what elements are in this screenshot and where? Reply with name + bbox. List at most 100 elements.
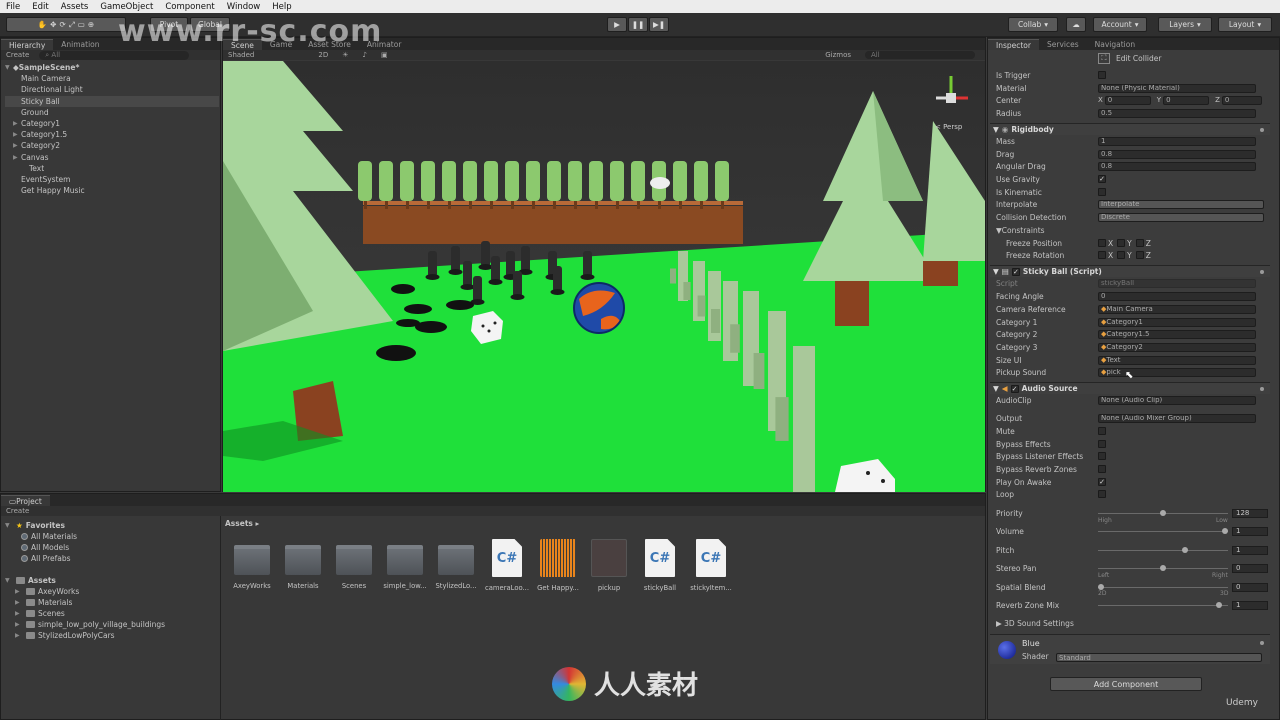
tab-services[interactable]: Services: [1039, 39, 1087, 50]
category2-field[interactable]: ◆ Category1.5: [1098, 329, 1256, 339]
freeze-pos-z[interactable]: [1135, 239, 1144, 247]
scale-tool-icon[interactable]: ⤢: [69, 20, 75, 30]
asset-item[interactable]: pickup: [586, 539, 632, 592]
menu-window[interactable]: Window: [221, 2, 267, 12]
cloud-button[interactable]: ☁: [1066, 17, 1086, 32]
spatial-blend-slider[interactable]: 0: [1098, 582, 1268, 592]
asset-folder-item[interactable]: ▶ simple_low_poly_village_buildings: [5, 619, 219, 630]
script-enabled-checkbox[interactable]: ✓: [1011, 267, 1020, 276]
hierarchy-item[interactable]: Directional Light: [5, 84, 219, 95]
hierarchy-item[interactable]: Ground: [5, 107, 219, 118]
assets-foldout[interactable]: ▼ Assets: [5, 575, 219, 586]
asset-item[interactable]: Scenes: [331, 539, 377, 590]
constraints-foldout[interactable]: ▼Constraints: [996, 226, 1098, 235]
output-field[interactable]: None (Audio Mixer Group): [1098, 413, 1256, 423]
gear-icon[interactable]: [1260, 641, 1264, 645]
add-component-button[interactable]: Add Component: [1050, 677, 1202, 691]
hierarchy-item[interactable]: ▶ Category1.5: [5, 129, 219, 140]
favorite-item[interactable]: All Models: [5, 542, 219, 553]
shader-dropdown[interactable]: Standard: [1056, 653, 1262, 662]
is-trigger-checkbox[interactable]: [1098, 71, 1106, 79]
move-tool-icon[interactable]: ✥: [50, 20, 56, 29]
collision-detection-dropdown[interactable]: Discrete: [1098, 212, 1264, 222]
sticky-ball-script-header[interactable]: ▼ ▤ ✓ Sticky Ball (Script): [990, 265, 1270, 277]
rigidbody-header[interactable]: ▼ ◉ Rigidbody: [990, 123, 1270, 135]
effects-toggle-icon[interactable]: ▣: [381, 51, 388, 59]
menu-file[interactable]: File: [0, 2, 26, 12]
asset-folder-item[interactable]: ▶ AxeyWorks: [5, 586, 219, 597]
hierarchy-item[interactable]: ▶ Canvas: [5, 152, 219, 163]
layers-dropdown[interactable]: Layers ▾: [1158, 17, 1212, 32]
gear-icon[interactable]: [1260, 269, 1264, 274]
asset-folder-item[interactable]: ▶ Scenes: [5, 608, 219, 619]
asset-item[interactable]: simple_low...: [382, 539, 428, 590]
audio-source-header[interactable]: ▼ ◀ ✓ Audio Source: [990, 382, 1270, 394]
tab-navigation[interactable]: Navigation: [1087, 39, 1143, 50]
asset-item[interactable]: C# stickyBall: [637, 539, 683, 592]
freeze-rot-x[interactable]: [1098, 251, 1106, 259]
freeze-pos-y[interactable]: [1117, 239, 1126, 247]
stereo-pan-slider[interactable]: 0: [1098, 563, 1268, 573]
size-ui-field[interactable]: ◆ Text: [1098, 355, 1256, 365]
layout-dropdown[interactable]: Layout ▾: [1218, 17, 1272, 32]
play-on-awake-checkbox[interactable]: ✓: [1098, 478, 1106, 486]
tab-hierarchy[interactable]: Hierarchy: [1, 39, 54, 50]
freeze-rot-z[interactable]: [1135, 251, 1144, 259]
sticky-ball[interactable]: [573, 282, 625, 334]
hand-tool-icon[interactable]: ✋: [38, 20, 47, 29]
radius-field[interactable]: 0.5: [1098, 108, 1256, 118]
foldout-icon[interactable]: ▼: [993, 267, 999, 276]
favorites-foldout[interactable]: ▼ ★ Favorites: [5, 520, 219, 531]
asset-item[interactable]: StylizedLo...: [433, 539, 479, 590]
play-button[interactable]: ▶: [607, 17, 627, 32]
bypass-effects-checkbox[interactable]: [1098, 440, 1106, 448]
asset-item[interactable]: Get Happy...: [535, 539, 581, 592]
favorite-item[interactable]: All Materials: [5, 531, 219, 542]
account-dropdown[interactable]: Account ▾: [1093, 17, 1147, 32]
scene-root[interactable]: ▼ ◆ SampleScene*: [5, 62, 219, 73]
loop-checkbox[interactable]: [1098, 490, 1106, 498]
transform-tools[interactable]: ✋ ✥ ⟳ ⤢ ▭ ⊕: [6, 17, 126, 32]
rotate-tool-icon[interactable]: ⟳: [59, 20, 65, 29]
favorite-item[interactable]: All Prefabs: [5, 553, 219, 564]
gear-icon[interactable]: [1260, 127, 1264, 132]
bypass-listener-checkbox[interactable]: [1098, 452, 1106, 460]
gizmos-dropdown[interactable]: Gizmos: [825, 51, 851, 59]
asset-item[interactable]: AxeyWorks: [229, 539, 275, 590]
hierarchy-item[interactable]: Main Camera: [5, 73, 219, 84]
priority-slider[interactable]: 128: [1098, 508, 1268, 518]
category3-field[interactable]: ◆ Category2: [1098, 342, 1256, 352]
foldout-icon[interactable]: ▼: [993, 125, 999, 134]
shading-mode-dropdown[interactable]: Shaded: [228, 51, 254, 59]
asset-item[interactable]: C# stickyItem...: [688, 539, 734, 592]
interpolate-dropdown[interactable]: Interpolate: [1098, 199, 1264, 209]
center-z-field[interactable]: 0: [1221, 95, 1262, 105]
hierarchy-item[interactable]: Text: [5, 163, 219, 174]
category1-field[interactable]: ◆ Category1: [1098, 317, 1256, 327]
transform-tool-icon[interactable]: ⊕: [88, 20, 94, 29]
hierarchy-item[interactable]: ▶ Category2: [5, 140, 219, 151]
light-toggle-icon[interactable]: ☀: [342, 51, 348, 59]
drag-field[interactable]: 0.8: [1098, 149, 1256, 159]
menu-gameobject[interactable]: GameObject: [94, 2, 159, 12]
asset-folder-item[interactable]: ▶ StylizedLowPolyCars: [5, 630, 219, 641]
foldout-arrow-icon[interactable]: ▶: [13, 142, 21, 149]
menu-help[interactable]: Help: [266, 2, 297, 12]
step-button[interactable]: ▶❚: [649, 17, 669, 32]
assets-breadcrumb[interactable]: Assets ▸: [225, 519, 259, 528]
facing-angle-field[interactable]: 0: [1098, 291, 1256, 301]
tab-project[interactable]: ▭ Project: [1, 495, 50, 506]
rect-tool-icon[interactable]: ▭: [78, 20, 85, 29]
angular-drag-field[interactable]: 0.8: [1098, 161, 1256, 171]
pause-button[interactable]: ❚❚: [628, 17, 648, 32]
hierarchy-search-input[interactable]: ⌕ All: [39, 50, 190, 60]
audio-enabled-checkbox[interactable]: ✓: [1010, 384, 1019, 393]
project-create-dropdown[interactable]: Create: [6, 507, 29, 515]
asset-folder-item[interactable]: ▶ Materials: [5, 597, 219, 608]
hierarchy-item[interactable]: ▶ Category1: [5, 118, 219, 129]
foldout-arrow-icon[interactable]: ▶: [13, 120, 21, 127]
physic-material-field[interactable]: None (Physic Material): [1098, 83, 1256, 93]
3d-sound-settings-foldout[interactable]: ▶ 3D Sound Settings: [996, 617, 1268, 629]
hierarchy-item[interactable]: EventSystem: [5, 174, 219, 185]
collab-dropdown[interactable]: Collab ▾: [1008, 17, 1058, 32]
